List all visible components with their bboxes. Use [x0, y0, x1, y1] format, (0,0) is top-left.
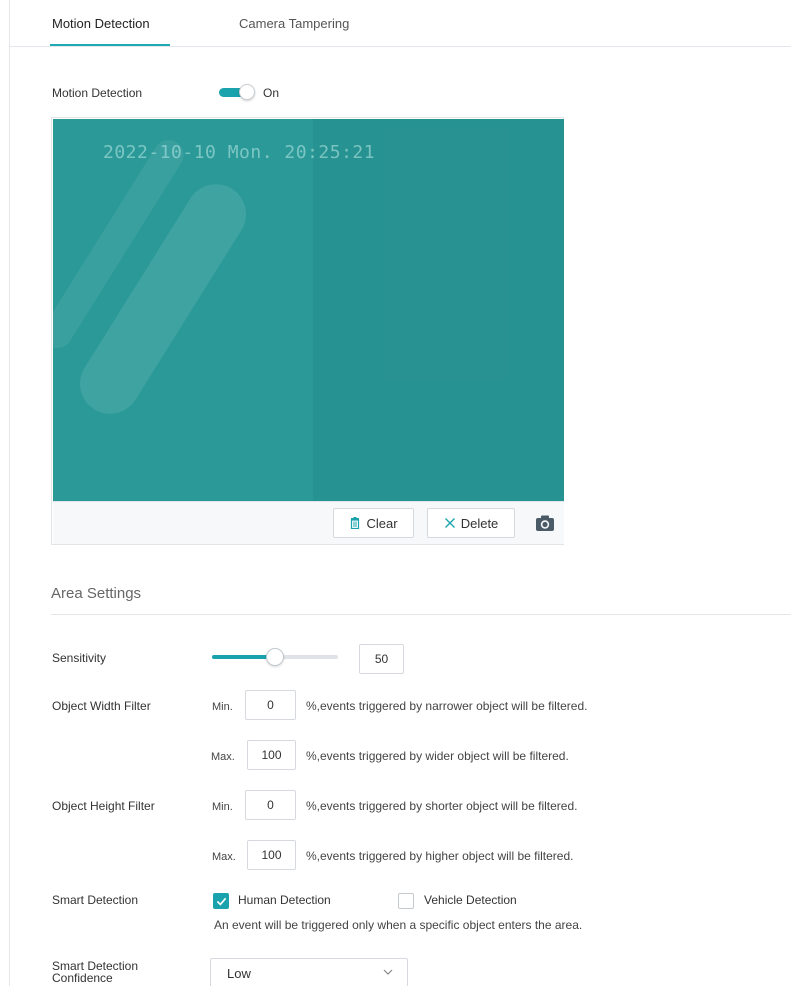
checkmark-icon [216, 897, 227, 906]
height-min-input[interactable] [245, 790, 296, 820]
motion-detection-label: Motion Detection [52, 86, 143, 100]
height-max-label: Max. [212, 851, 236, 863]
smart-detection-note: An event will be triggered only when a s… [214, 918, 583, 932]
area-settings-title: Area Settings [51, 585, 142, 602]
human-detection-checkbox[interactable] [213, 893, 229, 909]
left-border [9, 0, 10, 986]
tab-motion-detection[interactable]: Motion Detection [52, 16, 150, 31]
width-max-label: Max. [211, 751, 235, 763]
live-video[interactable]: 2022-10-10 Mon. 20:25:21 [53, 119, 564, 501]
smart-detection-label: Smart Detection [52, 893, 139, 907]
delete-button-label: Delete [460, 515, 499, 531]
section-divider [51, 614, 791, 615]
width-min-input[interactable] [245, 690, 296, 720]
confidence-selected-value: Low [227, 966, 251, 981]
toggle-state-label: On [263, 86, 280, 100]
clear-button-label: Clear [366, 515, 398, 531]
height-min-hint: %,events triggered by shorter object wil… [306, 799, 578, 813]
height-max-hint: %,events triggered by higher object will… [306, 849, 574, 863]
video-toolbar: Clear Delete [53, 501, 564, 544]
chevron-down-icon [383, 969, 393, 975]
height-filter-label: Object Height Filter [52, 799, 155, 813]
tab-bar: Motion Detection Camera Tampering [10, 0, 791, 47]
height-min-label: Min. [212, 801, 233, 813]
confidence-label-line2: Confidence [52, 971, 113, 985]
confidence-label: Smart Detection Confidence [52, 960, 138, 984]
delete-button[interactable]: Delete [427, 508, 515, 538]
trash-icon [351, 517, 360, 529]
width-min-hint: %,events triggered by narrower object wi… [306, 699, 588, 713]
width-min-label: Min. [212, 701, 233, 713]
height-max-input[interactable] [247, 840, 296, 870]
sensitivity-input[interactable] [359, 644, 404, 674]
video-panel: 2022-10-10 Mon. 20:25:21 Clear Delete [51, 117, 564, 545]
close-icon [444, 518, 455, 528]
confidence-select[interactable]: Low [210, 958, 408, 986]
active-tab-indicator [50, 44, 170, 46]
width-filter-label: Object Width Filter [52, 699, 151, 713]
sensitivity-label: Sensitivity [52, 651, 107, 665]
toggle-knob [239, 84, 255, 100]
vehicle-detection-label[interactable]: Vehicle Detection [424, 893, 517, 907]
clear-button[interactable]: Clear [333, 508, 414, 538]
tab-camera-tampering[interactable]: Camera Tampering [239, 16, 349, 31]
human-detection-label[interactable]: Human Detection [238, 893, 331, 907]
slider-thumb[interactable] [266, 648, 284, 666]
video-timestamp-overlay: 2022-10-10 Mon. 20:25:21 [103, 142, 376, 163]
motion-detection-toggle[interactable] [219, 84, 255, 100]
sensitivity-slider[interactable] [212, 648, 338, 666]
vehicle-detection-checkbox[interactable] [398, 893, 414, 909]
width-max-input[interactable] [247, 740, 296, 770]
width-max-hint: %,events triggered by wider object will … [306, 749, 569, 763]
camera-icon[interactable] [536, 515, 554, 531]
